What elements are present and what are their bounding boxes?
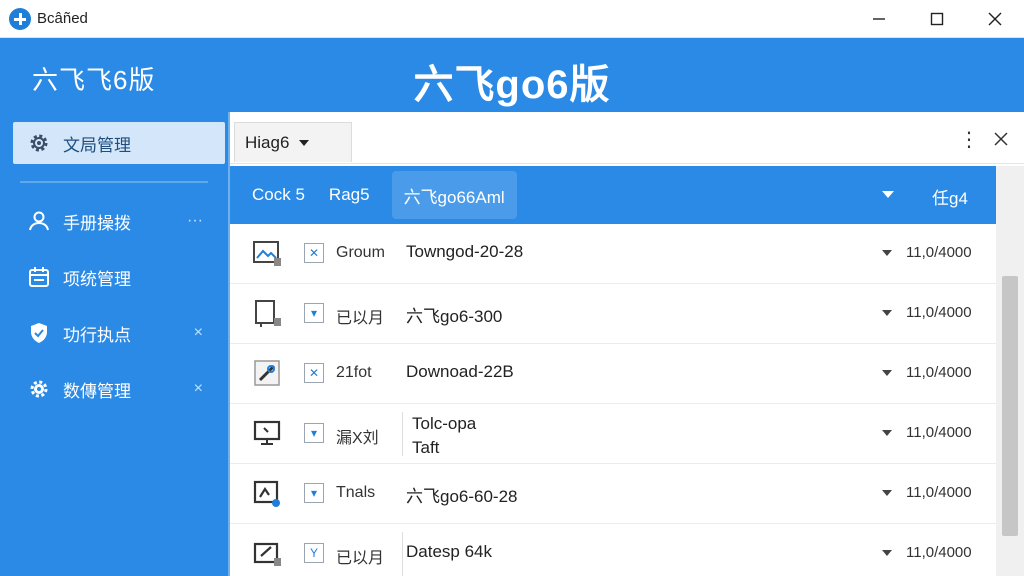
page-title: 六飞go6版: [413, 63, 611, 107]
panel-toolbar: Hiag6 ⋮: [230, 112, 1024, 164]
row-size: 11,0/4000: [906, 244, 972, 261]
minimize-icon: [873, 17, 885, 20]
view-dropdown[interactable]: Hiag6: [234, 122, 352, 162]
tab-3[interactable]: 六飞go66Aml: [391, 171, 517, 219]
row-name-line-1: Tolc-opa: [412, 414, 477, 433]
row-name-line-2: Taft: [412, 438, 440, 457]
tab-2[interactable]: Rag5: [317, 171, 382, 219]
list-item[interactable]: ✕ 21fot Downoad-22B 11,0/4000: [230, 344, 996, 404]
monitor-icon: [253, 420, 281, 445]
sidebar-item-tail: ···: [187, 212, 203, 229]
row-checkbox[interactable]: ▾: [304, 303, 324, 323]
sidebar-item-label: 功行执点: [63, 325, 131, 345]
chevron-down-icon[interactable]: [882, 430, 892, 436]
row-name: Tolc-opa Taft: [412, 412, 476, 460]
row-size: 11,0/4000: [906, 424, 972, 441]
device-file-icon: [255, 300, 281, 327]
edit-file-icon: [253, 542, 281, 566]
row-size: 11,0/4000: [906, 544, 972, 561]
close-icon: [988, 12, 1002, 25]
row-label: Tnals: [336, 484, 376, 501]
tab-1[interactable]: Cock 5: [240, 171, 317, 219]
row-size: 11,0/4000: [906, 484, 972, 501]
sidebar-item-label: 文局管理: [63, 135, 131, 155]
more-options-icon[interactable]: ⋮: [958, 128, 980, 151]
file-list: ✕ Groum Towngod-20-28 11,0/4000 ▾ 已以月 六飞…: [230, 224, 996, 576]
list-item[interactable]: ▾ 漏X刘 Tolc-opa Taft 11,0/4000: [230, 404, 996, 464]
image-file-icon: [253, 241, 281, 266]
title-bar: Bcâñed: [0, 0, 1024, 38]
link-file-icon: [254, 360, 280, 386]
window-controls: [850, 0, 1024, 38]
row-name: 六飞go6-60-28: [406, 487, 518, 506]
user-icon: [27, 209, 51, 233]
dropdown-value: Hiag6: [245, 132, 290, 152]
chevron-down-icon[interactable]: [882, 191, 894, 198]
calendar-icon: [27, 265, 51, 289]
sidebar-item-2[interactable]: 手册操拨 ···: [13, 200, 225, 242]
chevron-down-icon[interactable]: [882, 550, 892, 556]
list-item[interactable]: Y 已以月 Datesp 64k 11,0/4000: [230, 524, 996, 576]
sidebar-item-5[interactable]: 数傳管理 ×: [13, 368, 225, 410]
tab-bar: Cock 5 Rag5 六飞go66Aml 任g4: [230, 166, 996, 224]
chart-file-icon: [253, 480, 280, 507]
main-panel: Hiag6 ⋮ Cock 5 Rag5 六飞go66Aml 任g4 ✕ Grou…: [228, 112, 1024, 576]
gear-icon: [27, 377, 51, 401]
row-name: Downoad-22B: [406, 362, 514, 381]
row-name: 六飞go6-300: [406, 307, 503, 326]
sidebar-item-4[interactable]: 功行执点 ×: [13, 312, 225, 354]
chevron-down-icon: [299, 139, 310, 146]
row-checkbox[interactable]: Y: [304, 543, 324, 563]
row-name: Datesp 64k: [406, 542, 492, 561]
row-size: 11,0/4000: [906, 364, 972, 381]
sidebar-item-label: 数傳管理: [63, 381, 131, 401]
row-separator: [402, 532, 403, 576]
sidebar-item-1[interactable]: 文局管理: [13, 122, 225, 164]
sidebar-item-label: 项统管理: [63, 269, 131, 289]
row-name: Towngod-20-28: [406, 242, 524, 261]
row-checkbox[interactable]: ▾: [304, 483, 324, 503]
close-button[interactable]: [966, 0, 1024, 38]
row-separator: [402, 412, 403, 456]
row-label: Groum: [336, 244, 385, 261]
sidebar-divider: [20, 181, 208, 183]
sidebar: 文局管理 手册操拨 ··· 项统管理 功行执点 × 数傳管理 ×: [0, 114, 226, 576]
close-icon: [994, 132, 1008, 146]
row-size: 11,0/4000: [906, 304, 972, 321]
list-item[interactable]: ✕ Groum Towngod-20-28 11,0/4000: [230, 224, 996, 284]
row-label: 已以月: [336, 550, 385, 567]
row-label: 漏X刘: [336, 430, 379, 447]
maximize-icon: [930, 12, 944, 25]
minimize-button[interactable]: [850, 0, 908, 38]
chevron-down-icon[interactable]: [882, 310, 892, 316]
app-header: 六飞飞6版 六飞go6版: [0, 38, 1024, 114]
row-checkbox[interactable]: ✕: [304, 363, 324, 383]
row-label: 已以月: [336, 310, 385, 327]
row-label: 21fot: [336, 364, 372, 381]
chevron-down-icon[interactable]: [882, 370, 892, 376]
chevron-down-icon[interactable]: [882, 250, 892, 256]
sidebar-item-label: 手册操拨: [63, 213, 131, 233]
vertical-scrollbar[interactable]: [996, 166, 1024, 576]
app-logo-icon: [9, 7, 31, 30]
shield-icon: [27, 321, 51, 345]
panel-close-button[interactable]: [990, 128, 1012, 150]
tab-right-label[interactable]: 任g4: [932, 184, 968, 209]
row-checkbox[interactable]: ▾: [304, 423, 324, 443]
chevron-down-icon[interactable]: [882, 490, 892, 496]
maximize-button[interactable]: [908, 0, 966, 38]
sidebar-item-tail[interactable]: ×: [194, 324, 203, 342]
scrollbar-thumb[interactable]: [1002, 276, 1018, 536]
list-item[interactable]: ▾ Tnals 六飞go6-60-28 11,0/4000: [230, 464, 996, 524]
list-item[interactable]: ▾ 已以月 六飞go6-300 11,0/4000: [230, 284, 996, 344]
sidebar-item-3[interactable]: 项统管理: [13, 256, 225, 298]
sidebar-item-tail[interactable]: ×: [194, 380, 203, 398]
row-checkbox[interactable]: ✕: [304, 243, 324, 263]
gear-icon: [27, 131, 51, 155]
window-title: Bcâñed: [37, 10, 88, 27]
